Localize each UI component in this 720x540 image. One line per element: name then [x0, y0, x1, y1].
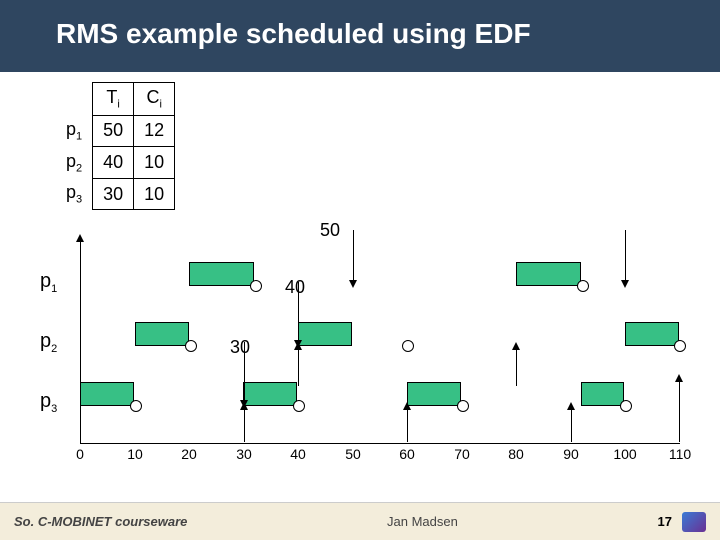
- slide-body: Ti Ci p1 50 12 p2 40 10 p3 30 10 p1 p2 p…: [0, 72, 720, 502]
- tick: 70: [454, 446, 470, 462]
- tick: 10: [127, 446, 143, 462]
- tick: 110: [669, 446, 691, 462]
- tick: 80: [508, 446, 524, 462]
- tick: 0: [76, 446, 84, 462]
- bar-p3-1: [80, 382, 134, 406]
- up-arrow-icon: [244, 410, 245, 442]
- deadline-mark-icon: [185, 340, 197, 352]
- cell-p1-C: 12: [134, 115, 175, 147]
- release-arrow-icon: [353, 230, 354, 280]
- col-header-C: Ci: [134, 83, 175, 116]
- bar-p2-1: [135, 322, 189, 346]
- bar-p3-4: [581, 382, 624, 406]
- cell-p1-T: 50: [93, 115, 134, 147]
- schedule-chart: p1 p2 p3 50 40 30: [40, 242, 680, 462]
- up-arrow-icon: [571, 410, 572, 442]
- bar-p1-1: [189, 262, 254, 286]
- task-table: Ti Ci p1 50 12 p2 40 10 p3 30 10: [56, 82, 175, 210]
- slide-footer: So. C-MOBINET courseware Jan Madsen 17: [0, 502, 720, 540]
- release-arrow-icon: [625, 230, 626, 280]
- lane-label-p2: p2: [40, 330, 57, 355]
- col-header-T: Ti: [93, 83, 134, 116]
- footer-courseware: So. C-MOBINET courseware: [14, 514, 187, 529]
- bar-p3-3: [407, 382, 461, 406]
- tick: 30: [236, 446, 252, 462]
- release-arrow-icon: [244, 342, 245, 400]
- deadline-mark-icon: [674, 340, 686, 352]
- lane-label-p1: p1: [40, 270, 57, 295]
- row-label-p1: p1: [56, 115, 93, 147]
- page-title: RMS example scheduled using EDF: [56, 18, 720, 50]
- bar-p2-3: [625, 322, 679, 346]
- tick: 60: [399, 446, 415, 462]
- deadline-mark-icon: [130, 400, 142, 412]
- row-label-p3: p3: [56, 178, 93, 210]
- page-number: 17: [658, 514, 672, 529]
- up-arrow-icon: [298, 350, 299, 386]
- x-axis: [80, 443, 680, 444]
- deadline-mark-icon: [577, 280, 589, 292]
- period-label-30: 30: [230, 337, 250, 358]
- tick: 40: [290, 446, 306, 462]
- tick: 50: [345, 446, 361, 462]
- deadline-mark-icon: [620, 400, 632, 412]
- cell-p2-C: 10: [134, 147, 175, 179]
- period-label-50: 50: [320, 220, 340, 241]
- deadline-mark-icon: [457, 400, 469, 412]
- lane-label-p3: p3: [40, 390, 57, 415]
- bar-p3-2: [243, 382, 297, 406]
- cell-p3-T: 30: [93, 178, 134, 210]
- footer-author: Jan Madsen: [387, 514, 458, 529]
- period-label-40: 40: [285, 277, 305, 298]
- up-arrow-icon: [679, 382, 680, 442]
- y-axis-arrow-icon: [80, 242, 81, 444]
- slide-header: RMS example scheduled using EDF: [0, 0, 720, 72]
- bar-p1-2: [516, 262, 581, 286]
- row-label-p2: p2: [56, 147, 93, 179]
- blank-cell: [56, 83, 93, 116]
- tick: 20: [181, 446, 197, 462]
- up-arrow-icon: [407, 410, 408, 442]
- up-arrow-icon: [516, 350, 517, 386]
- cell-p3-C: 10: [134, 178, 175, 210]
- deadline-mark-icon: [402, 340, 414, 352]
- deadline-mark-icon: [293, 400, 305, 412]
- release-arrow-icon: [298, 282, 299, 340]
- tick: 90: [563, 446, 579, 462]
- bar-p2-2: [298, 322, 352, 346]
- cell-p2-T: 40: [93, 147, 134, 179]
- ist-logo-icon: [682, 512, 706, 532]
- footer-right: 17: [658, 512, 706, 532]
- tick: 100: [613, 446, 636, 462]
- deadline-mark-icon: [250, 280, 262, 292]
